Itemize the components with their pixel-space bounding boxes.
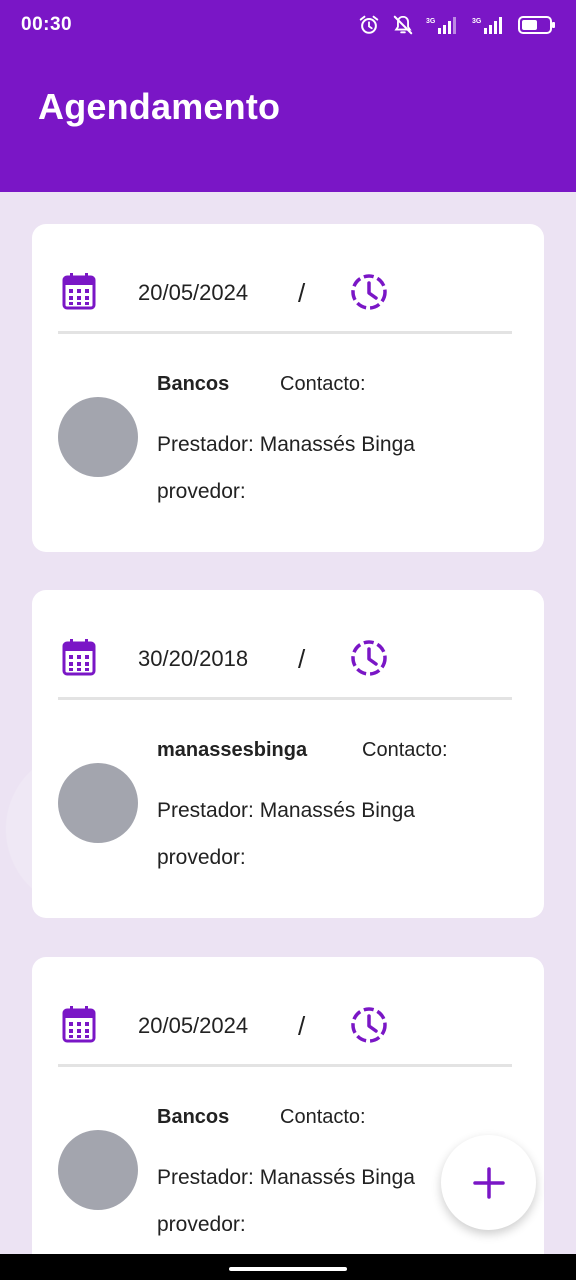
divider — [58, 1064, 512, 1067]
date-time-separator: / — [298, 644, 306, 674]
home-gesture-handle[interactable] — [229, 1267, 347, 1271]
alarm-icon — [359, 15, 379, 34]
prestador-label: Prestador: Manassés Binga — [157, 1166, 415, 1189]
appointment-card[interactable]: 20/05/2024 / Bancos Contacto: Prestador:… — [32, 224, 544, 552]
date-time-separator: / — [298, 278, 306, 308]
status-time: 00:30 — [21, 14, 73, 35]
contact-label: Contacto: — [280, 373, 366, 395]
appointment-date: 20/05/2024 — [138, 1013, 249, 1038]
clock-icon — [351, 1007, 387, 1043]
provedor-label: provedor: — [157, 846, 246, 869]
avatar — [58, 397, 138, 477]
calendar-icon — [62, 1006, 96, 1043]
status-icons: 3G 3G — [358, 14, 556, 36]
provider-name: Bancos — [157, 1106, 230, 1128]
battery-icon — [518, 16, 555, 34]
clock-icon — [351, 274, 387, 310]
add-appointment-button[interactable] — [441, 1135, 536, 1230]
notifications-off-icon — [393, 15, 413, 35]
calendar-icon — [62, 639, 96, 676]
prestador-label: Prestador: Manassés Binga — [157, 799, 415, 822]
provider-name: manassesbinga — [157, 739, 308, 761]
avatar — [58, 763, 138, 843]
appointment-date: 20/05/2024 — [138, 280, 249, 305]
appointment-date: 30/20/2018 — [138, 646, 249, 671]
signal-3g-icon: 3G — [472, 17, 502, 34]
contact-label: Contacto: — [362, 739, 448, 761]
appointment-card[interactable]: 30/20/2018 / manassesbinga Contacto: Pre… — [32, 590, 544, 918]
app-header: 00:30 3G 3G Agendamento — [0, 0, 576, 192]
clock-icon — [351, 640, 387, 676]
plus-icon — [472, 1166, 505, 1199]
calendar-icon — [62, 273, 96, 310]
prestador-label: Prestador: Manassés Binga — [157, 433, 415, 456]
signal-3g-icon: 3G — [426, 17, 456, 34]
divider — [58, 331, 512, 334]
status-bar: 00:30 3G 3G — [0, 0, 576, 50]
divider — [58, 697, 512, 700]
date-time-separator: / — [298, 1011, 306, 1041]
card-header: 20/05/2024 / — [32, 957, 544, 1067]
contact-label: Contacto: — [280, 1106, 366, 1128]
card-header: 30/20/2018 / — [32, 590, 544, 700]
card-header: 20/05/2024 / — [32, 224, 544, 334]
system-navigation-bar — [0, 1254, 576, 1280]
provedor-label: provedor: — [157, 480, 246, 503]
provedor-label: provedor: — [157, 1213, 246, 1236]
provider-name: Bancos — [157, 373, 230, 395]
page-title: Agendamento — [38, 86, 281, 127]
svg-text:3G: 3G — [472, 18, 482, 25]
appointments-list[interactable]: 20/05/2024 / Bancos Contacto: Prestador:… — [0, 192, 576, 1254]
avatar — [58, 1130, 138, 1210]
svg-text:3G: 3G — [426, 18, 436, 25]
